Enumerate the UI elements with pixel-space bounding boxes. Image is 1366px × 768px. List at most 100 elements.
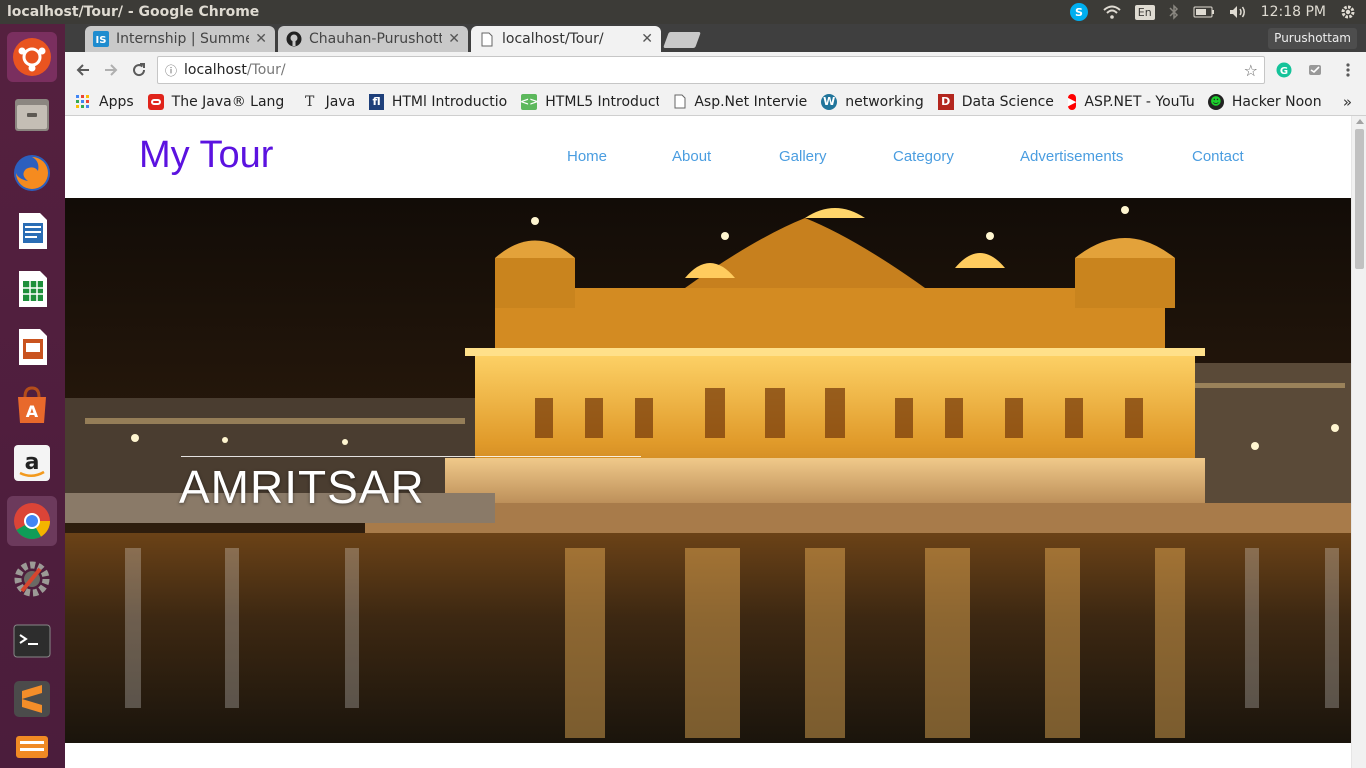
ubuntu-dash-icon[interactable]: [7, 32, 57, 82]
bookmark-html5-intro[interactable]: <> HTML5 Introduct: [521, 93, 660, 110]
menu-dots-icon[interactable]: [1336, 58, 1360, 82]
site-info-icon[interactable]: ⓘ: [158, 62, 184, 79]
address-bar[interactable]: ⓘ localhost/Tour/ ☆: [157, 56, 1265, 84]
bookmark-star-icon[interactable]: ☆: [1244, 61, 1258, 80]
forward-button[interactable]: [99, 58, 123, 82]
browser-toolbar: ⓘ localhost/Tour/ ☆ G: [65, 52, 1366, 88]
battery-icon[interactable]: [1193, 6, 1215, 18]
grammarly-extension-icon[interactable]: G: [1272, 58, 1296, 82]
page-scrollbar[interactable]: [1351, 116, 1366, 768]
hero-banner: AMRITSAR: [65, 198, 1351, 743]
amazon-icon[interactable]: a: [7, 438, 57, 488]
bookmark-apps[interactable]: Apps: [75, 94, 134, 110]
bookmark-aspnet-youtube[interactable]: ▶ ASP.NET - YouTu: [1067, 93, 1194, 110]
oracle-icon: [147, 93, 164, 110]
bookmark-label: Apps: [99, 93, 134, 110]
bookmark-label: ASP.NET - YouTu: [1084, 93, 1194, 110]
libreoffice-impress-icon[interactable]: [7, 322, 57, 372]
close-tab-icon[interactable]: ✕: [448, 31, 460, 47]
tab-github[interactable]: Chauhan-Purushott ✕: [278, 26, 468, 52]
chrome-icon[interactable]: [7, 496, 57, 546]
keyboard-layout-indicator[interactable]: En: [1134, 4, 1155, 20]
bookmark-hacker-noon[interactable]: ☻ Hacker Noon: [1207, 93, 1322, 110]
arrow-left-icon: [76, 64, 89, 76]
bookmark-java-lang[interactable]: The Java® Lang: [147, 93, 288, 110]
html5-icon: <>: [521, 93, 539, 110]
chrome-window: IS Internship | Summe ✕ Chauhan-Purushot…: [65, 24, 1366, 768]
close-tab-icon[interactable]: ✕: [641, 31, 653, 47]
software-center-icon[interactable]: A: [7, 380, 57, 430]
page-icon: [673, 94, 686, 110]
close-tab-icon[interactable]: ✕: [255, 31, 267, 47]
nav-contact[interactable]: Contact: [1192, 148, 1244, 165]
page-viewport: My Tour Home About Gallery Category Adve…: [65, 116, 1351, 768]
bookmark-label: HTMl Introductio: [391, 93, 508, 110]
extension-icon[interactable]: [1303, 58, 1327, 82]
bookmark-label: Hacker Noon: [1231, 93, 1322, 110]
bookmark-label: Asp.Net Intervie: [694, 93, 808, 110]
files-icon[interactable]: [7, 90, 57, 140]
hackernoon-icon: ☻: [1207, 93, 1224, 110]
hero-divider: [181, 456, 641, 457]
bookmark-data-science[interactable]: D Data Science: [937, 93, 1054, 110]
youtube-icon: ▶: [1067, 93, 1077, 110]
libreoffice-writer-icon[interactable]: [7, 206, 57, 256]
terminal-icon[interactable]: [7, 616, 57, 666]
tab-localhost-tour[interactable]: localhost/Tour/ ✕: [471, 26, 661, 52]
drive-icon[interactable]: [7, 724, 57, 768]
wifi-icon[interactable]: [1103, 5, 1121, 19]
apps-grid-icon: [75, 94, 91, 110]
new-tab-button[interactable]: [663, 32, 701, 48]
bookmark-networking[interactable]: W networking: [821, 93, 924, 110]
scroll-up-icon[interactable]: [1356, 119, 1364, 124]
text-t-icon: T: [304, 93, 315, 110]
svg-text:IS: IS: [96, 35, 107, 46]
libreoffice-calc-icon[interactable]: [7, 264, 57, 314]
bookmark-label: HTML5 Introduct: [545, 93, 660, 110]
nav-home[interactable]: Home: [567, 148, 607, 165]
tab-label: Chauhan-Purushott: [309, 31, 443, 47]
nav-about[interactable]: About: [672, 148, 711, 165]
reload-button[interactable]: [127, 58, 151, 82]
tab-label: localhost/Tour/: [502, 31, 604, 47]
fl-icon: fl: [369, 93, 384, 110]
internshala-icon: IS: [93, 31, 109, 47]
bookmark-label: networking: [845, 93, 924, 110]
github-icon: [286, 31, 302, 47]
firefox-icon[interactable]: [7, 148, 57, 198]
back-button[interactable]: [71, 58, 95, 82]
bluetooth-icon[interactable]: [1169, 4, 1179, 20]
site-nav: Home About Gallery Category Advertisemen…: [65, 148, 1351, 170]
nav-category[interactable]: Category: [893, 148, 954, 165]
settings-gear-icon[interactable]: [1340, 4, 1356, 20]
system-settings-icon[interactable]: [7, 554, 57, 604]
tab-label: Internship | Summe: [116, 31, 250, 47]
bookmark-aspnet-interview[interactable]: Asp.Net Intervie: [673, 94, 807, 110]
svg-text:A: A: [26, 402, 39, 421]
top-panel: localhost/Tour/ - Google Chrome S En 12:…: [0, 0, 1366, 24]
window-title: localhost/Tour/ - Google Chrome: [7, 4, 260, 20]
svg-text:S: S: [1075, 6, 1083, 19]
svg-text:a: a: [25, 450, 40, 475]
tab-internship[interactable]: IS Internship | Summe ✕: [85, 26, 275, 52]
bookmarks-bar: Apps The Java® Lang T Java fl HTMl Intro…: [65, 88, 1366, 116]
nav-gallery[interactable]: Gallery: [779, 148, 827, 165]
skype-icon[interactable]: S: [1069, 2, 1089, 22]
scrollbar-thumb[interactable]: [1355, 129, 1364, 269]
clock[interactable]: 12:18 PM: [1261, 4, 1326, 20]
volume-icon[interactable]: [1229, 5, 1247, 19]
bookmark-html-intro[interactable]: fl HTMl Introductio: [369, 93, 508, 110]
indicator-area: S En 12:18 PM: [1069, 0, 1366, 24]
bookmark-java[interactable]: T Java: [302, 93, 355, 110]
profile-button[interactable]: Purushottam: [1268, 28, 1357, 49]
site-header: My Tour Home About Gallery Category Adve…: [65, 116, 1351, 198]
bookmarks-overflow-button[interactable]: »: [1343, 93, 1352, 111]
url-host: localhost: [184, 62, 247, 78]
svg-text:G: G: [1280, 66, 1288, 77]
nav-advertisements[interactable]: Advertisements: [1020, 148, 1123, 165]
ds-icon: D: [937, 93, 954, 110]
hero-caption: AMRITSAR: [179, 461, 425, 513]
wordpress-icon: W: [821, 93, 838, 110]
sublime-text-icon[interactable]: [7, 674, 57, 724]
bookmark-label: The Java® Lang: [171, 93, 285, 110]
